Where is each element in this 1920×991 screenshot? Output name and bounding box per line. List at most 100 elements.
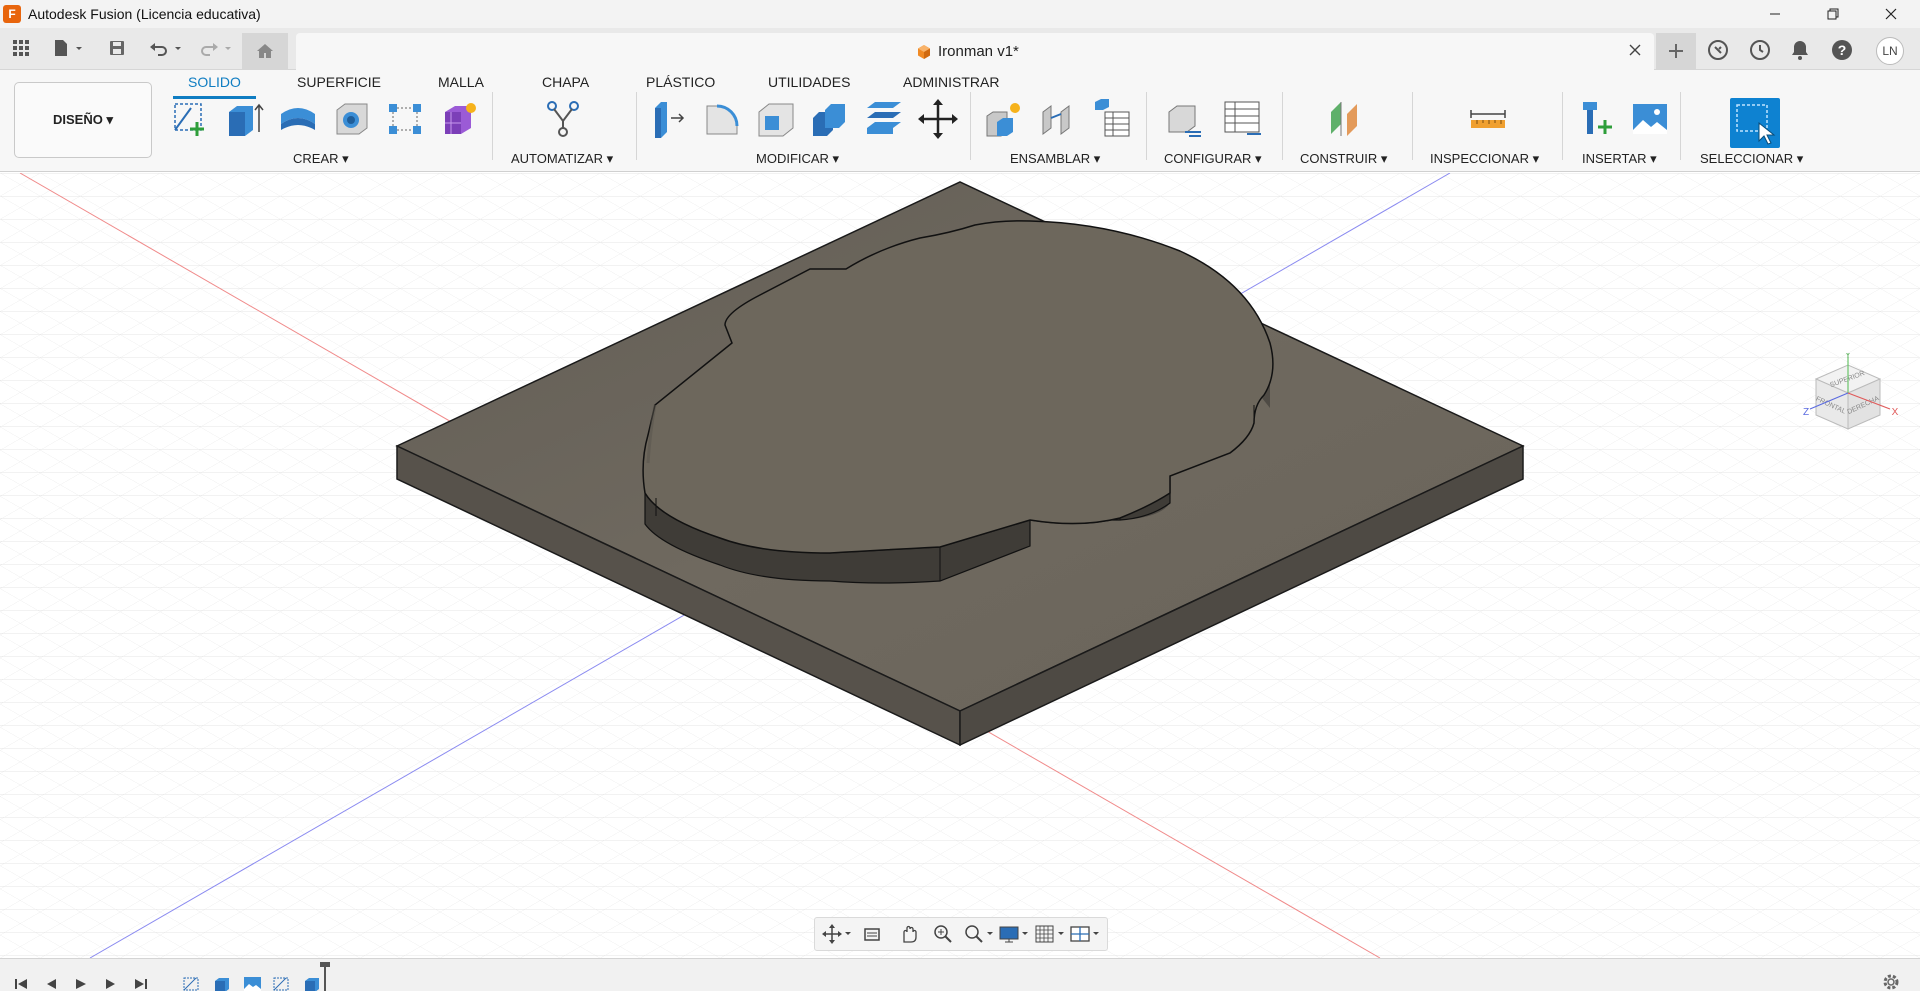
timeline-canvas-feature-icon[interactable] (242, 975, 264, 991)
select-button[interactable] (1730, 98, 1780, 148)
group-label-construir[interactable]: CONSTRUIR ▾ (1300, 151, 1387, 167)
user-avatar[interactable]: LN (1876, 37, 1904, 65)
construct-plane-button[interactable] (1326, 97, 1370, 141)
sketch-icon (174, 103, 204, 136)
display-settings-button[interactable] (998, 921, 1030, 947)
timeline-extrude-feature-icon[interactable] (212, 975, 234, 991)
group-label-crear[interactable]: CREAR ▾ (293, 151, 349, 167)
grid-apps-icon (13, 40, 29, 56)
insert-mcmaster-button[interactable] (1574, 97, 1618, 141)
extrude-button[interactable] (222, 97, 266, 141)
tab-administrar[interactable]: ADMINISTRAR (903, 74, 999, 90)
tab-malla[interactable]: MALLA (438, 74, 484, 90)
notifications-button[interactable] (1788, 38, 1812, 62)
zoom-window-button[interactable] (963, 921, 995, 947)
move-copy-button[interactable] (916, 97, 960, 141)
tab-solido[interactable]: SOLIDO (188, 74, 241, 90)
canvas-viewport[interactable]: SUPERIOR FRONTAL DERECHA Y X Z (0, 173, 1920, 958)
timeline-marker-icon[interactable] (318, 961, 332, 991)
configure-parameters-button[interactable] (1162, 97, 1206, 141)
step-forward-icon (106, 979, 115, 989)
save-icon (110, 41, 124, 55)
save-button[interactable] (104, 34, 130, 62)
close-window-button[interactable] (1862, 0, 1920, 28)
insert-bolt-icon (1583, 102, 1612, 134)
pattern-button[interactable] (384, 97, 428, 141)
timeline-last-button[interactable] (130, 977, 152, 991)
viewports-button[interactable] (1069, 921, 1101, 947)
title-bar: F Autodesk Fusion (Licencia educativa) (0, 0, 1920, 28)
tab-utilidades[interactable]: UTILIDADES (768, 74, 850, 90)
orbit-button[interactable] (821, 921, 853, 947)
redo-icon (201, 43, 231, 56)
viewcube-axis-y: Y (1845, 353, 1852, 361)
press-pull-button[interactable] (646, 97, 690, 141)
group-label-insertar[interactable]: INSERTAR ▾ (1582, 151, 1657, 167)
tab-superficie[interactable]: SUPERFICIE (297, 74, 381, 90)
group-label-automatizar[interactable]: AUTOMATIZAR ▾ (511, 151, 613, 167)
extensions-button[interactable] (1706, 38, 1730, 62)
group-label-seleccionar[interactable]: SELECCIONAR ▾ (1700, 151, 1803, 167)
measure-button[interactable] (1466, 97, 1510, 141)
config-table-icon (1224, 101, 1261, 135)
restore-icon (1827, 8, 1839, 20)
zoom-button[interactable] (927, 921, 959, 947)
revolve-button[interactable] (276, 97, 320, 141)
move-arrows-icon (918, 99, 958, 139)
hole-button[interactable] (330, 97, 374, 141)
create-form-button[interactable] (438, 97, 482, 141)
fillet-button[interactable] (700, 97, 744, 141)
timeline-prev-button[interactable] (40, 977, 62, 991)
job-status-button[interactable] (1748, 38, 1772, 62)
minimize-icon (1770, 13, 1780, 15)
viewcube-axis-x: X (1892, 407, 1899, 418)
group-label-ensamblar[interactable]: ENSAMBLAR ▾ (1010, 151, 1100, 167)
grid-settings-button[interactable] (1034, 921, 1066, 947)
shell-button[interactable] (754, 97, 798, 141)
help-button[interactable]: ? (1830, 38, 1854, 62)
skip-back-icon (15, 979, 27, 989)
workspace-switcher-button[interactable]: DISEÑO ▾ (14, 82, 152, 158)
fusion-logo-icon: F (3, 5, 21, 23)
timeline-settings-button[interactable] (1882, 973, 1900, 991)
minimize-button[interactable] (1746, 0, 1804, 28)
home-button[interactable] (242, 33, 288, 69)
group-label-modificar[interactable]: MODIFICAR ▾ (756, 151, 839, 167)
bill-of-materials-button[interactable] (1090, 97, 1134, 141)
automate-button[interactable] (541, 97, 585, 141)
new-tab-button[interactable] (1656, 33, 1696, 69)
redo-button[interactable] (196, 34, 236, 62)
split-body-icon (867, 102, 901, 134)
window-controls (1746, 0, 1920, 28)
timeline-next-button[interactable] (100, 977, 122, 991)
look-at-button[interactable] (856, 921, 888, 947)
close-tab-button[interactable] (1626, 41, 1644, 59)
tab-plastico[interactable]: PLÁSTICO (646, 74, 715, 90)
group-label-configurar[interactable]: CONFIGURAR ▾ (1164, 151, 1262, 167)
pan-button[interactable] (892, 921, 924, 947)
fillet-icon (706, 104, 739, 135)
timeline-sketch-feature-icon[interactable] (182, 975, 204, 991)
step-back-icon (47, 979, 56, 989)
timeline-first-button[interactable] (10, 977, 32, 991)
joint-button[interactable] (1036, 97, 1080, 141)
undo-button[interactable] (146, 34, 186, 62)
new-component-button[interactable] (982, 97, 1026, 141)
create-sketch-button[interactable] (168, 97, 212, 141)
data-panel-button[interactable] (8, 34, 34, 62)
timeline-play-button[interactable] (70, 977, 92, 991)
ribbon-separator (492, 92, 493, 160)
view-cube[interactable]: SUPERIOR FRONTAL DERECHA Y X Z (1800, 353, 1900, 453)
split-body-button[interactable] (862, 97, 906, 141)
ribbon-separator (970, 92, 971, 160)
timeline-sketch-feature-icon[interactable] (272, 975, 294, 991)
insert-canvas-button[interactable] (1628, 97, 1672, 141)
configuration-table-button[interactable] (1220, 97, 1264, 141)
tab-chapa[interactable]: CHAPA (542, 74, 589, 90)
document-tab[interactable]: Ironman v1* (296, 33, 1654, 70)
restore-button[interactable] (1804, 0, 1862, 28)
file-menu-button[interactable] (48, 34, 88, 62)
combine-button[interactable] (808, 97, 852, 141)
group-label-inspeccionar[interactable]: INSPECCIONAR ▾ (1430, 151, 1539, 167)
viewports-layout-icon (1070, 926, 1100, 942)
